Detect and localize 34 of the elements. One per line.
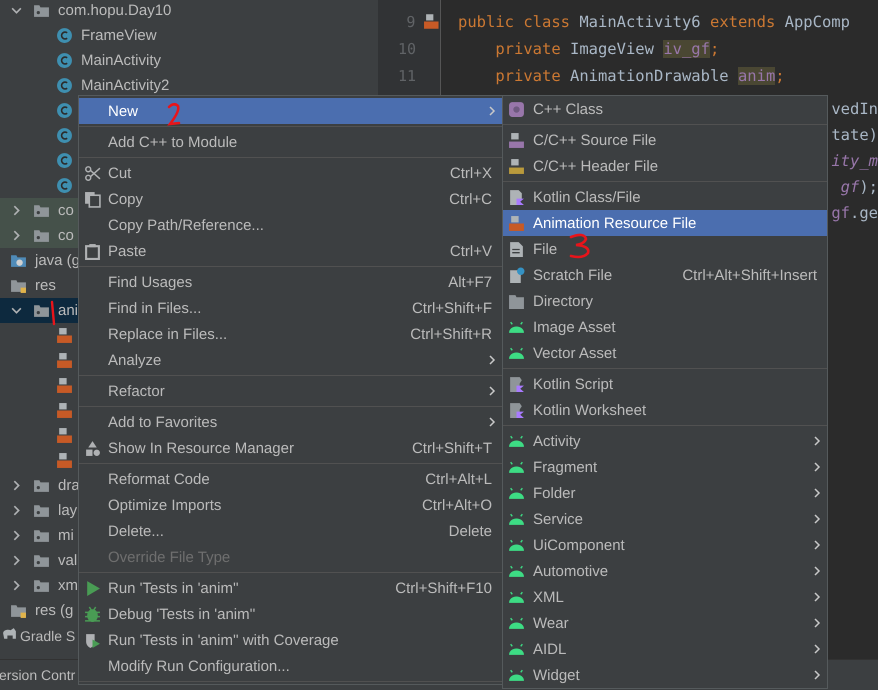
shortcut-label: Ctrl+Alt+L	[425, 470, 492, 488]
shortcut-label: Ctrl+V	[450, 242, 492, 260]
code-line: gf.ge	[831, 204, 878, 222]
tree-label: xm	[58, 577, 78, 594]
shortcut-label: Ctrl+Shift+F	[412, 300, 492, 316]
code-line: vedIn	[831, 100, 878, 118]
tree-label: co	[58, 227, 74, 244]
tree-label: val	[58, 552, 78, 569]
shortcut-label: Alt+F7	[448, 274, 492, 290]
shortcut-label: Ctrl+Alt+O	[422, 496, 492, 514]
shortcut-label: Ctrl+Alt+Shift+Insert	[682, 266, 817, 284]
tree-label: MainActivity	[81, 52, 162, 69]
code-line: private ImageView iv_gf;	[494, 40, 720, 58]
code-line: tate)	[831, 126, 878, 144]
shortcut-label: Delete	[448, 522, 492, 540]
shortcut-label: Ctrl+C	[449, 190, 492, 208]
tree-label: co	[58, 202, 74, 219]
tree-label: lay	[58, 502, 78, 519]
code-line: gf);	[840, 178, 878, 196]
tree-label: Gradle S	[20, 628, 76, 644]
tree-label: FrameView	[81, 27, 157, 44]
shortcut-label: Ctrl+Shift+F10	[395, 580, 492, 596]
tree-label: MainActivity2	[81, 77, 170, 94]
tree-label: ani	[58, 302, 78, 319]
code-line: public class MainActivity6 extends AppComp	[458, 12, 850, 30]
tree-label: res	[35, 277, 56, 294]
tree-label: com.hopu.Day10	[58, 2, 172, 19]
tree-label: res (g	[35, 602, 74, 619]
code-line: private AnimationDrawable anim;	[494, 66, 785, 84]
shortcut-label: Ctrl+X	[450, 164, 492, 182]
shortcut-label: Ctrl+Shift+R	[410, 326, 492, 342]
shortcut-label: Ctrl+Shift+T	[412, 440, 492, 456]
code-line: ity_m	[831, 152, 878, 170]
tree-label: mi	[58, 527, 74, 544]
